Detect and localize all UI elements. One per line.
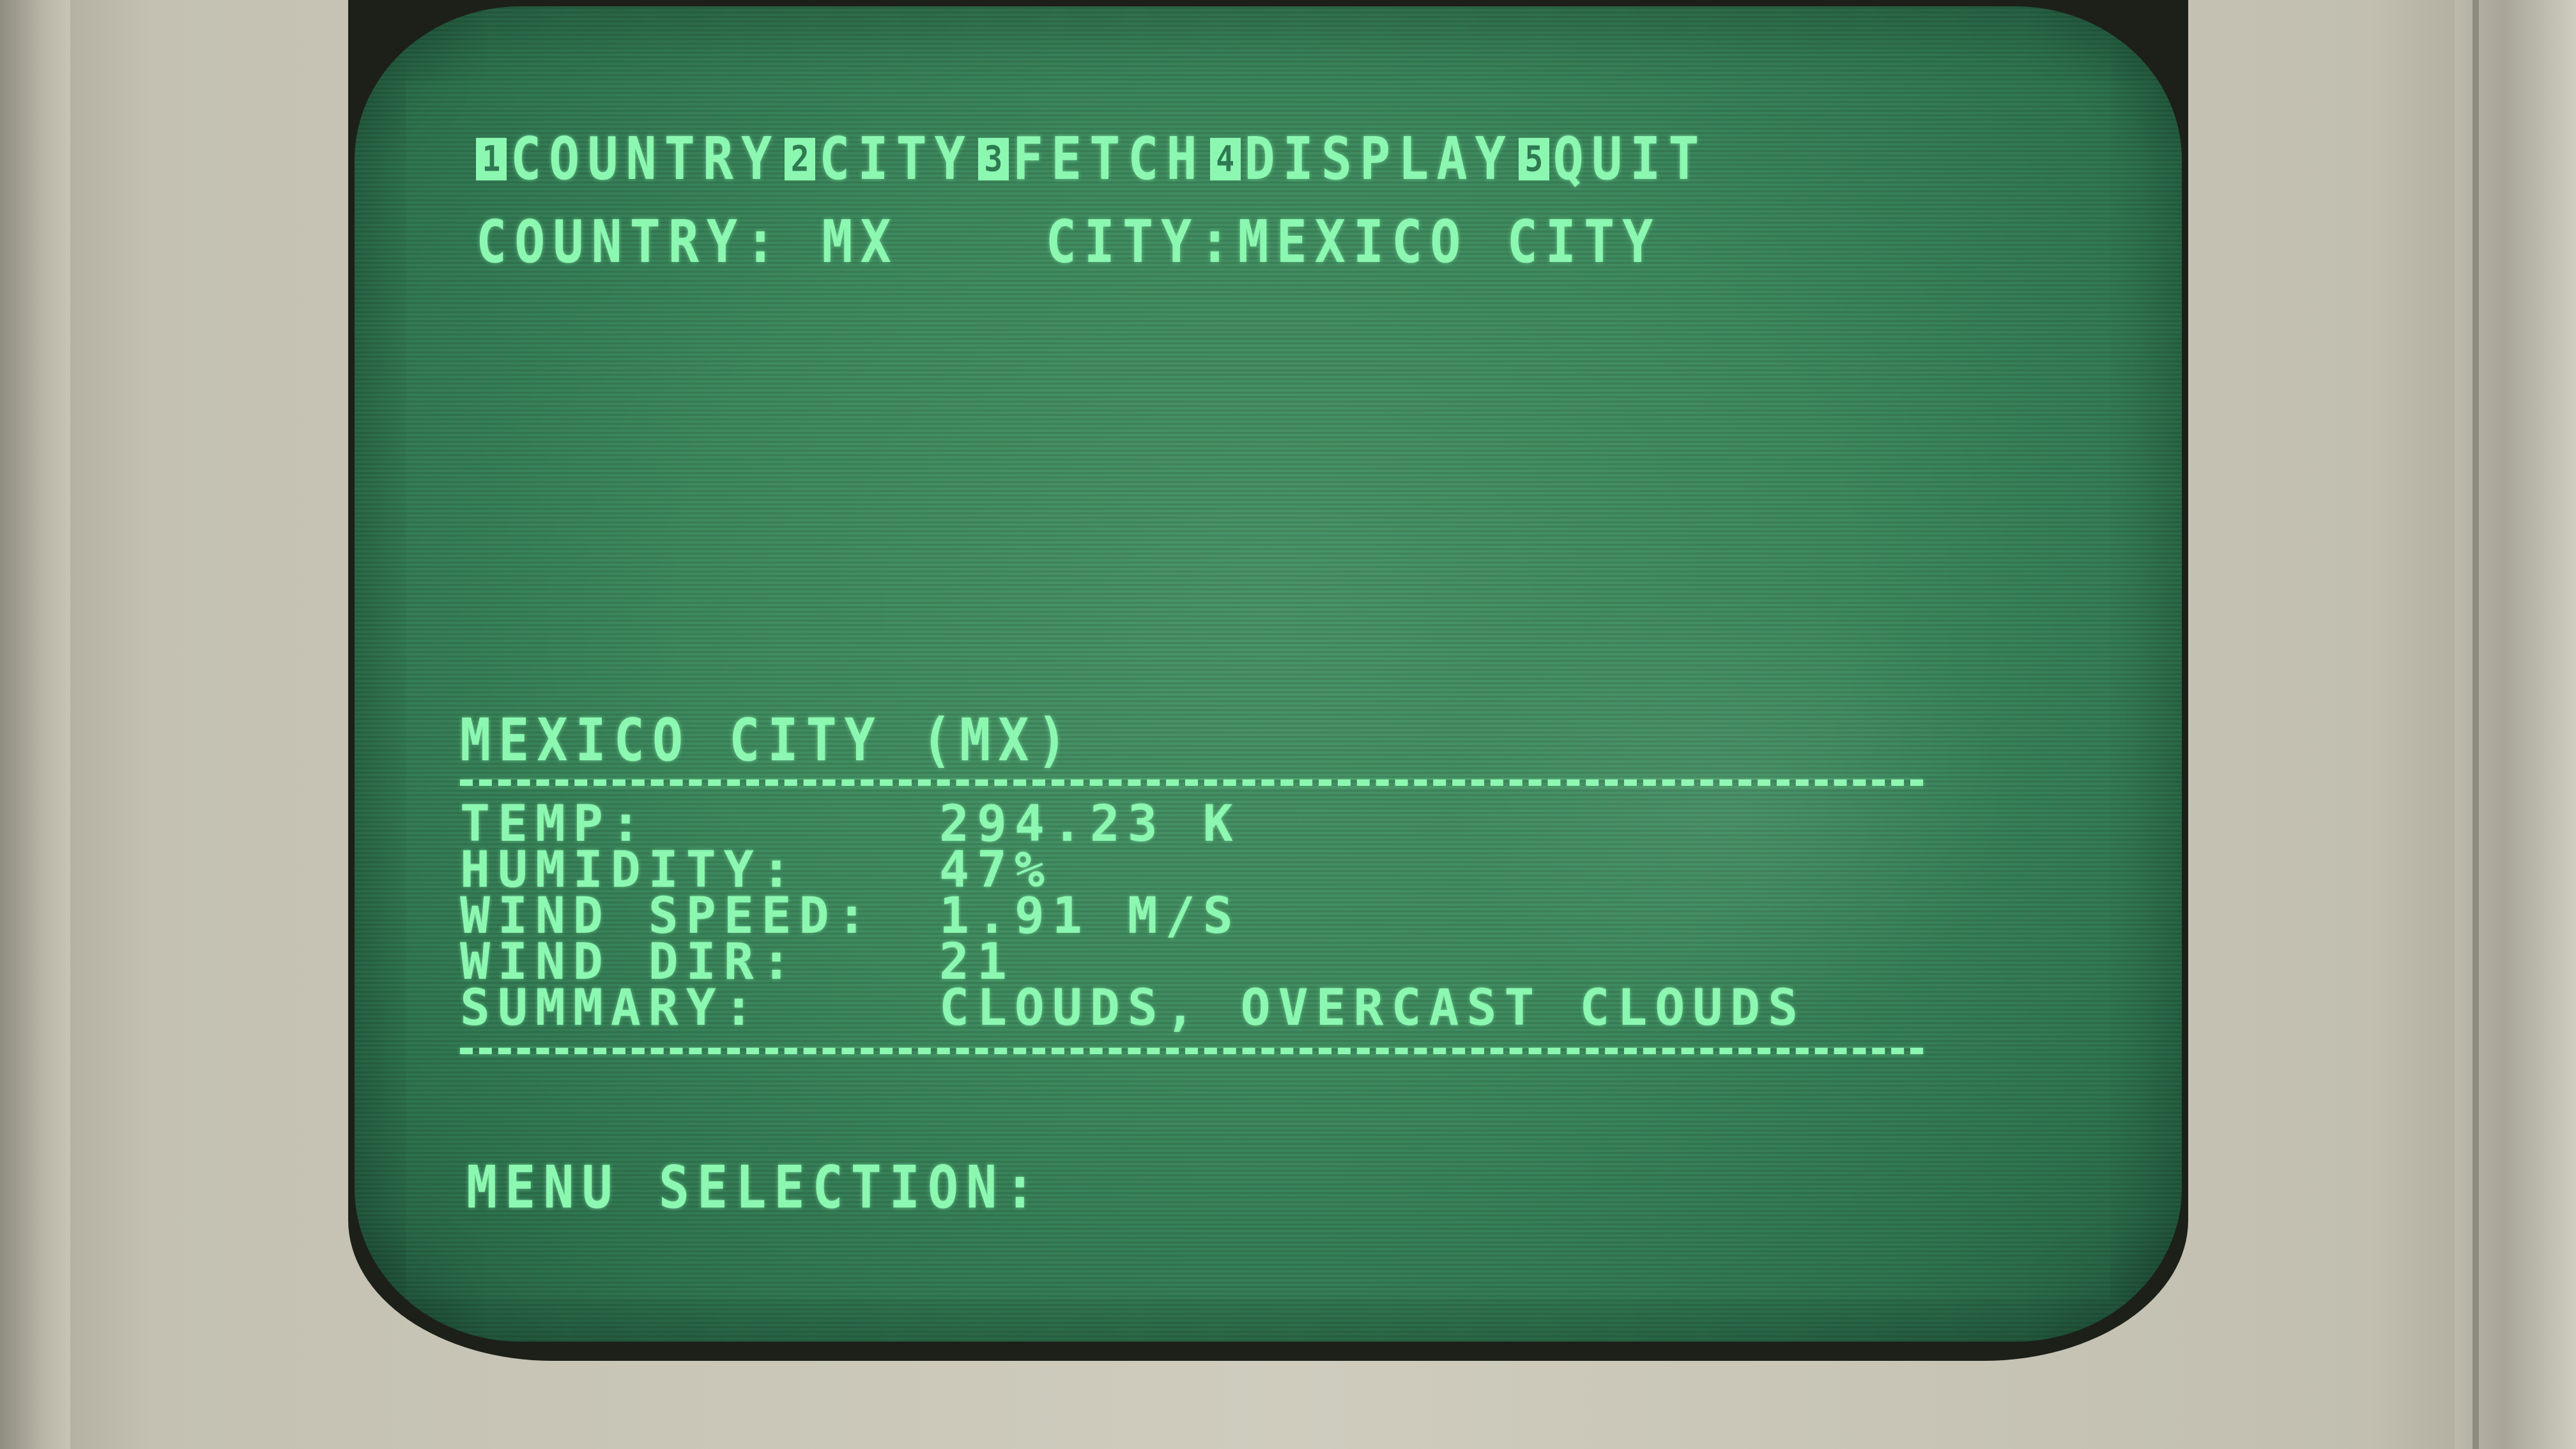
menu-selection-prompt[interactable]: MENU SELECTION: xyxy=(466,1153,1071,1222)
summary-value: CLOUDS, OVERCAST CLOUDS xyxy=(939,979,1806,1037)
summary-label: SUMMARY: xyxy=(460,979,762,1037)
country-value: MX xyxy=(822,208,899,276)
bezel-left-edge xyxy=(0,0,70,1449)
report-divider-bottom xyxy=(460,1048,1923,1054)
report-title: MEXICO CITY (MX) xyxy=(460,706,1075,774)
menu-key-4[interactable]: 4 xyxy=(1209,137,1241,180)
report-row-wind-speed: WIND SPEED: 1.91 M/S xyxy=(460,887,1233,945)
menu-item-display[interactable]: DISPLAY xyxy=(1245,125,1514,193)
report-divider-top xyxy=(460,779,1923,786)
city-value: MEXICO CITY xyxy=(1238,208,1661,276)
prompt-label: MENU SELECTION: xyxy=(466,1153,1043,1222)
screen-glare xyxy=(1441,581,2016,1029)
status-line: COUNTRY: MX CITY:MEXICO CITY xyxy=(476,208,1660,276)
menu-item-fetch[interactable]: FETCH xyxy=(1013,125,1205,193)
menu-bar: 1 COUNTRY 2 CITY 3 FETCH 4 DISPLAY 5 QUIT xyxy=(476,125,1712,193)
bezel-seam xyxy=(2472,0,2479,1449)
country-label: COUNTRY: xyxy=(476,208,784,276)
menu-item-quit[interactable]: QUIT xyxy=(1553,125,1707,193)
menu-item-city[interactable]: CITY xyxy=(819,125,973,193)
menu-key-2[interactable]: 2 xyxy=(785,137,816,180)
report-row-temp: TEMP: 294.23 K xyxy=(460,795,1233,853)
menu-key-5[interactable]: 5 xyxy=(1518,137,1549,180)
crt-screen: 1 COUNTRY 2 CITY 3 FETCH 4 DISPLAY 5 QUIT COUNTRY… xyxy=(355,6,2182,1342)
city-label: CITY: xyxy=(1045,208,1238,276)
report-row-wind-dir: WIND DIR: 21 xyxy=(460,933,1007,991)
report-row-summary: SUMMARY: CLOUDS, OVERCAST CLOUDS xyxy=(460,979,1798,1037)
menu-key-1[interactable]: 1 xyxy=(476,137,507,180)
weather-report: TEMP: 294.23 K HUMIDITY: 47% WIND SPEED:… xyxy=(460,795,1798,1037)
menu-item-country[interactable]: COUNTRY xyxy=(510,125,779,193)
report-row-humidity: HUMIDITY: 47% xyxy=(460,841,1045,899)
menu-key-3[interactable]: 3 xyxy=(977,137,1009,180)
